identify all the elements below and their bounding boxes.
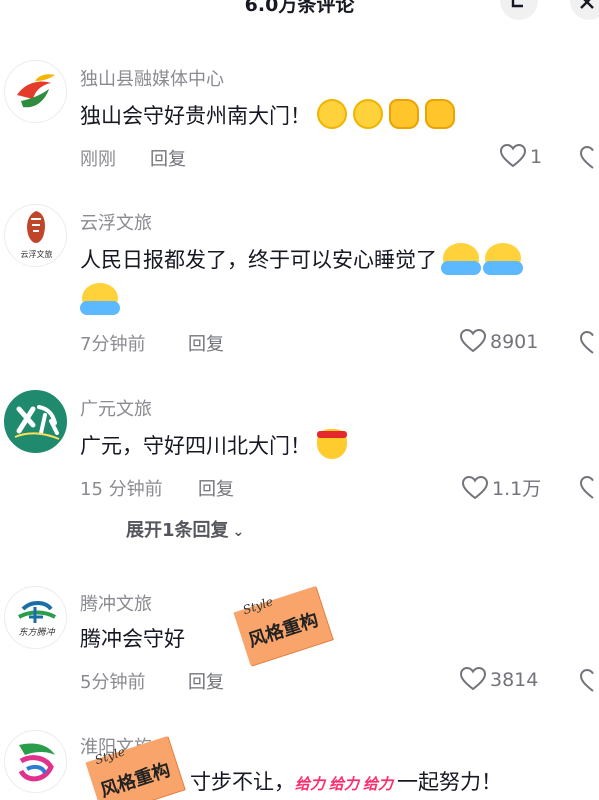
comment-username[interactable]: 广元文旅 <box>80 395 152 421</box>
like-count: 3814 <box>490 669 539 691</box>
hug-emoji-icon <box>483 243 523 275</box>
avatar-label: 云浮文旅 <box>20 250 53 259</box>
fist-emoji-icon <box>389 99 419 129</box>
comment-text: 人民日报都发了，终于可以安心睡觉了 <box>80 240 580 320</box>
heart-icon <box>461 475 489 500</box>
dislike-button[interactable] <box>580 476 599 500</box>
dislike-button[interactable] <box>580 331 599 355</box>
close-icon <box>580 0 594 9</box>
comment-text-content: 腾冲会守好 <box>80 627 185 651</box>
sad-emoji-icon <box>353 99 383 129</box>
like-count: 1.1万 <box>492 478 542 500</box>
comments-header: 6.0万条评论 <box>0 0 599 30</box>
geili-sticker: 给力 <box>363 775 394 793</box>
hug-emoji-icon <box>80 283 120 315</box>
broken-heart-icon <box>580 331 594 354</box>
reply-button[interactable]: 回复 <box>188 330 224 356</box>
comment-username[interactable]: 腾冲文旅 <box>80 590 152 616</box>
comment-username[interactable]: 云浮文旅 <box>80 209 152 235</box>
like-count: 8901 <box>490 331 539 353</box>
comment-text-content: 独山会守好贵州南大门！ <box>80 104 311 128</box>
sticker-top-text: Style <box>241 594 275 618</box>
geili-sticker: 给力 <box>329 775 360 793</box>
like-button[interactable]: 1 <box>499 143 543 168</box>
reply-button[interactable]: 回复 <box>150 145 186 171</box>
comment-time: 7分钟前 <box>80 334 146 355</box>
comment-text: 寸步不让，给力 给力 给力 一起努力！ <box>190 762 599 800</box>
expand-button[interactable] <box>500 0 538 20</box>
logo-icon <box>18 743 55 782</box>
avatar[interactable]: 东方腾冲 <box>4 586 67 649</box>
avatar[interactable]: 云浮文旅 <box>4 204 67 267</box>
logo-icon <box>17 601 57 623</box>
heart-icon <box>499 143 527 168</box>
chevron-down-icon: ⌄ <box>232 524 245 540</box>
comment-text-end: 一起努力！ <box>397 770 503 794</box>
geili-sticker: 给力 <box>295 775 326 793</box>
avatar-label: 东方腾冲 <box>18 628 55 638</box>
expand-replies-button[interactable]: 展开1条回复 ⌄ <box>126 516 244 542</box>
comment-text-content: 人民日报都发了，终于可以安心睡觉了 <box>80 248 437 272</box>
broken-heart-icon <box>580 476 594 499</box>
expand-icon <box>511 0 523 8</box>
avatar[interactable] <box>4 730 67 793</box>
reply-button[interactable]: 回复 <box>188 668 224 694</box>
comment-text: 广元，守好四川北大门！ <box>80 426 580 466</box>
hug-emoji-icon <box>441 243 481 275</box>
comment-text-content: 广元，守好四川北大门！ <box>80 434 311 458</box>
logo-icon <box>17 74 55 108</box>
comment-text-content: 寸步不让， <box>190 770 295 794</box>
comment-text: 独山会守好贵州南大门！ <box>80 96 580 136</box>
avatar[interactable] <box>4 390 67 453</box>
dislike-button[interactable] <box>580 669 599 693</box>
heart-icon <box>459 666 487 691</box>
comment-time: 5分钟前 <box>80 672 146 693</box>
dislike-button[interactable] <box>580 146 599 170</box>
comment-time: 15 分钟前 <box>80 479 163 500</box>
comment-time: 刚刚 <box>80 149 116 170</box>
fist-emoji-icon <box>425 99 455 129</box>
sad-emoji-icon <box>317 99 347 129</box>
like-button[interactable]: 1.1万 <box>461 474 542 501</box>
reply-button[interactable]: 回复 <box>198 475 234 501</box>
like-button[interactable]: 8901 <box>459 328 539 353</box>
heart-icon <box>459 328 487 353</box>
broken-heart-icon <box>580 669 594 692</box>
expand-replies-label: 展开1条回复 <box>126 520 229 541</box>
like-count: 1 <box>530 146 543 168</box>
logo-icon <box>14 405 60 440</box>
comment-username[interactable]: 独山县融媒体中心 <box>80 65 224 91</box>
angry-emoji-icon <box>317 429 347 459</box>
broken-heart-icon <box>580 146 594 169</box>
avatar[interactable] <box>4 60 67 123</box>
like-button[interactable]: 3814 <box>459 666 539 691</box>
close-button[interactable] <box>570 0 599 20</box>
